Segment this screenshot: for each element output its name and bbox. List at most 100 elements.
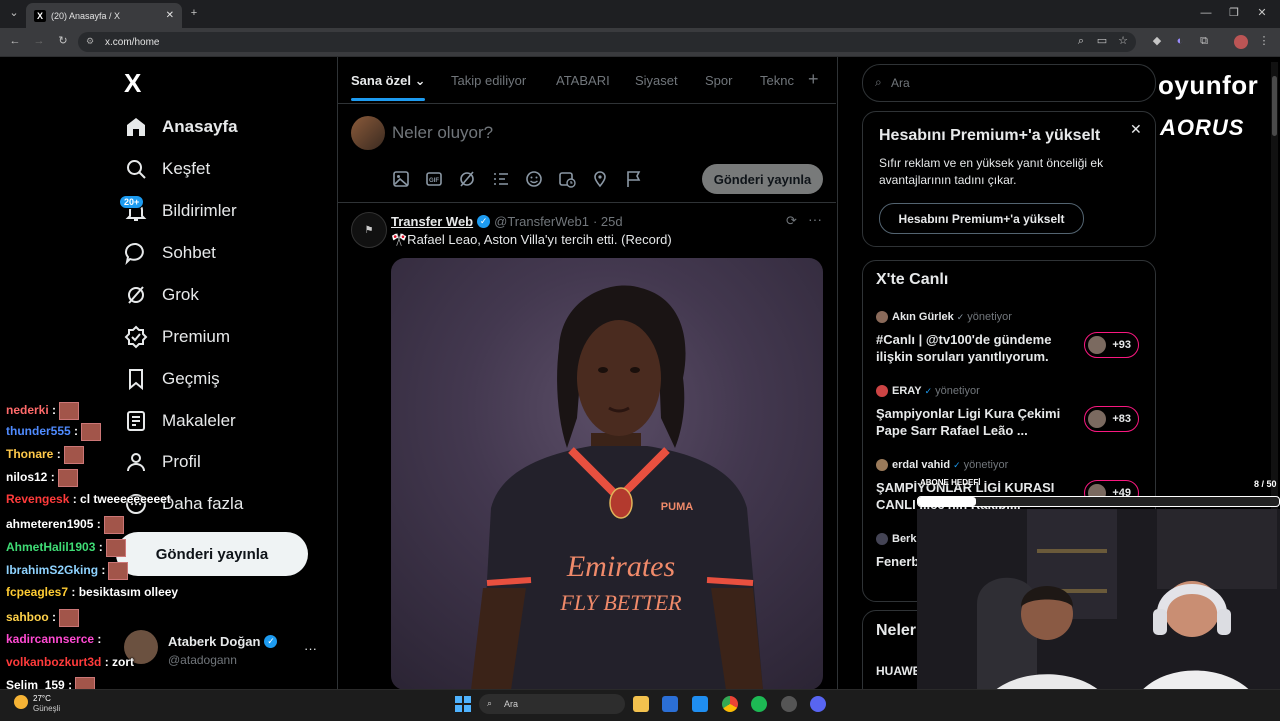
- composer-avatar[interactable]: [351, 116, 385, 150]
- forward-icon[interactable]: →: [31, 34, 47, 50]
- grok-explain-icon[interactable]: ⟳: [786, 213, 797, 229]
- tab-search-icon[interactable]: ⌄: [6, 6, 22, 22]
- live-listeners-pill[interactable]: +93: [1084, 332, 1139, 358]
- sidebar-item-chat[interactable]: Sohbet: [120, 234, 216, 272]
- mail-icon[interactable]: [692, 696, 708, 712]
- chrome-icon[interactable]: [722, 696, 738, 712]
- browser-menu-icon[interactable]: ⋮: [1256, 34, 1272, 50]
- zoom-icon[interactable]: ⌕: [1073, 34, 1089, 50]
- address-bar[interactable]: ⚙ x.com/home: [78, 32, 1136, 52]
- tweet-more-icon[interactable]: ···: [808, 211, 822, 227]
- schedule-icon[interactable]: [558, 170, 576, 188]
- scrollbar-thumb[interactable]: [1272, 76, 1277, 136]
- location-icon[interactable]: [591, 170, 609, 188]
- tab-teknoloji[interactable]: Teknc: [760, 73, 794, 88]
- chat-username[interactable]: AhmetHalil1903: [6, 540, 95, 554]
- tweet-age[interactable]: · 25d: [593, 214, 623, 229]
- trend-item[interactable]: HUAWE: [876, 664, 921, 678]
- profile-avatar-icon[interactable]: [1234, 35, 1248, 49]
- add-tab-icon[interactable]: +: [808, 69, 819, 90]
- weather-temp[interactable]: 27°C: [33, 694, 51, 703]
- bookmark-star-icon[interactable]: ☆: [1115, 34, 1131, 50]
- chat-username[interactable]: thunder555: [6, 424, 71, 438]
- weather-desc[interactable]: Güneşli: [33, 704, 60, 713]
- tab-following[interactable]: Takip ediliyor: [451, 73, 526, 88]
- verified-badge-icon: ✓: [477, 215, 491, 228]
- avatar: [1088, 336, 1106, 354]
- tab-for-you[interactable]: Sana özel ⌄: [351, 73, 426, 89]
- chat-username[interactable]: ahmeteren1905: [6, 517, 93, 531]
- chat-text: :: [52, 403, 57, 418]
- reload-icon[interactable]: ↻: [55, 34, 71, 50]
- extensions-puzzle-icon[interactable]: ⧉: [1196, 34, 1212, 50]
- premium-upgrade-button[interactable]: Hesabını Premium+'a yükselt: [879, 203, 1084, 234]
- chat-username[interactable]: volkanbozkurt3d: [6, 655, 101, 669]
- chat-text: :: [98, 540, 103, 555]
- file-explorer-icon[interactable]: [633, 696, 649, 712]
- live-item-title[interactable]: #Canlı | @tv100'de gündeme ilişkin sorul…: [876, 331, 1076, 365]
- browser-tab[interactable]: X (20) Anasayfa / X ✕: [26, 3, 182, 28]
- emoji-icon[interactable]: [525, 170, 543, 188]
- windows-start-icon[interactable]: [455, 696, 471, 712]
- tab-siyaset[interactable]: Siyaset: [635, 73, 678, 88]
- sponsor-aorus-logo: AORUS: [1160, 115, 1245, 140]
- tab-spor[interactable]: Spor: [705, 73, 732, 88]
- taskbar-search[interactable]: ⌕ Ara: [479, 694, 625, 714]
- sidebar-item-home[interactable]: Anasayfa: [120, 108, 238, 146]
- x-logo[interactable]: X: [124, 68, 141, 99]
- live-listeners-pill[interactable]: +83: [1084, 406, 1139, 432]
- cast-icon[interactable]: ▭: [1094, 34, 1110, 50]
- grok-compose-icon[interactable]: [458, 170, 476, 188]
- compose-post-button[interactable]: Gönderi yayınla: [702, 164, 823, 194]
- search-input[interactable]: ⌕ Ara: [862, 64, 1156, 102]
- sidebar-item-grok[interactable]: Grok: [120, 276, 199, 314]
- verified-badge-icon: ✓: [953, 459, 961, 470]
- sidebar-item-articles[interactable]: Makaleler: [120, 402, 236, 440]
- sidebar-item-bookmarks[interactable]: Geçmiş: [120, 360, 220, 398]
- maximize-icon[interactable]: ❐: [1226, 6, 1242, 22]
- tweet-author-avatar[interactable]: ⚑: [351, 212, 387, 248]
- sidebar-item-profile[interactable]: Profil: [120, 443, 201, 481]
- close-icon[interactable]: ✕: [1130, 121, 1142, 138]
- weather-sun-icon[interactable]: [14, 695, 28, 709]
- tweet-author-handle[interactable]: @TransferWeb1: [494, 214, 589, 229]
- poll-icon[interactable]: [492, 170, 510, 188]
- chat-username[interactable]: fcpeagles7: [6, 585, 68, 599]
- gif-icon[interactable]: GIF: [425, 170, 443, 188]
- chat-username[interactable]: sahboo: [6, 610, 49, 624]
- sidebar-item-premium[interactable]: Premium: [120, 318, 230, 356]
- app-icon[interactable]: [781, 696, 797, 712]
- chat-username[interactable]: IbrahimS2Gking: [6, 563, 98, 577]
- chat-username[interactable]: Revengesk: [6, 492, 69, 506]
- account-more-icon[interactable]: ···: [304, 641, 317, 656]
- sidebar-item-label: Anasayfa: [162, 117, 238, 136]
- tab-close-icon[interactable]: ✕: [166, 10, 174, 21]
- new-tab-icon[interactable]: +: [186, 6, 202, 22]
- sidebar-item-explore[interactable]: Keşfet: [120, 150, 210, 188]
- chat-username[interactable]: nederki: [6, 403, 49, 417]
- back-icon[interactable]: ←: [7, 34, 23, 50]
- site-info-icon[interactable]: ⚙: [86, 36, 94, 47]
- post-button[interactable]: Gönderi yayınla: [116, 532, 308, 576]
- spotify-icon[interactable]: [751, 696, 767, 712]
- store-icon[interactable]: [662, 696, 678, 712]
- live-item-title[interactable]: Şampiyonlar Ligi Kura Çekimi Pape Sarr R…: [876, 405, 1076, 439]
- chat-emote-icon: [59, 609, 80, 627]
- minimize-icon[interactable]: —: [1198, 6, 1214, 22]
- window-close-icon[interactable]: ✕: [1254, 6, 1270, 22]
- tweet-author-name[interactable]: Transfer Web: [391, 214, 473, 229]
- tweet-image[interactable]: Emirates FLY BETTER PUMA: [391, 258, 823, 690]
- media-icon[interactable]: [392, 170, 410, 188]
- chat-username[interactable]: Thonare: [6, 447, 53, 461]
- account-switcher[interactable]: Ataberk Doğan ✓: [168, 634, 278, 649]
- extension-icon[interactable]: ◆: [1149, 34, 1165, 50]
- chat-username[interactable]: nilos12: [6, 470, 47, 484]
- flag-icon[interactable]: [625, 170, 643, 188]
- sidebar-item-label: Sohbet: [162, 243, 216, 262]
- chat-username[interactable]: kadircannserce: [6, 632, 94, 646]
- discord-icon[interactable]: [810, 696, 826, 712]
- extension2-icon[interactable]: ◐: [1172, 34, 1188, 50]
- sub-goal-count: 8 / 50: [1254, 479, 1277, 489]
- composer-input[interactable]: Neler oluyor?: [392, 123, 493, 143]
- tab-atabari[interactable]: ATABARI: [556, 73, 610, 88]
